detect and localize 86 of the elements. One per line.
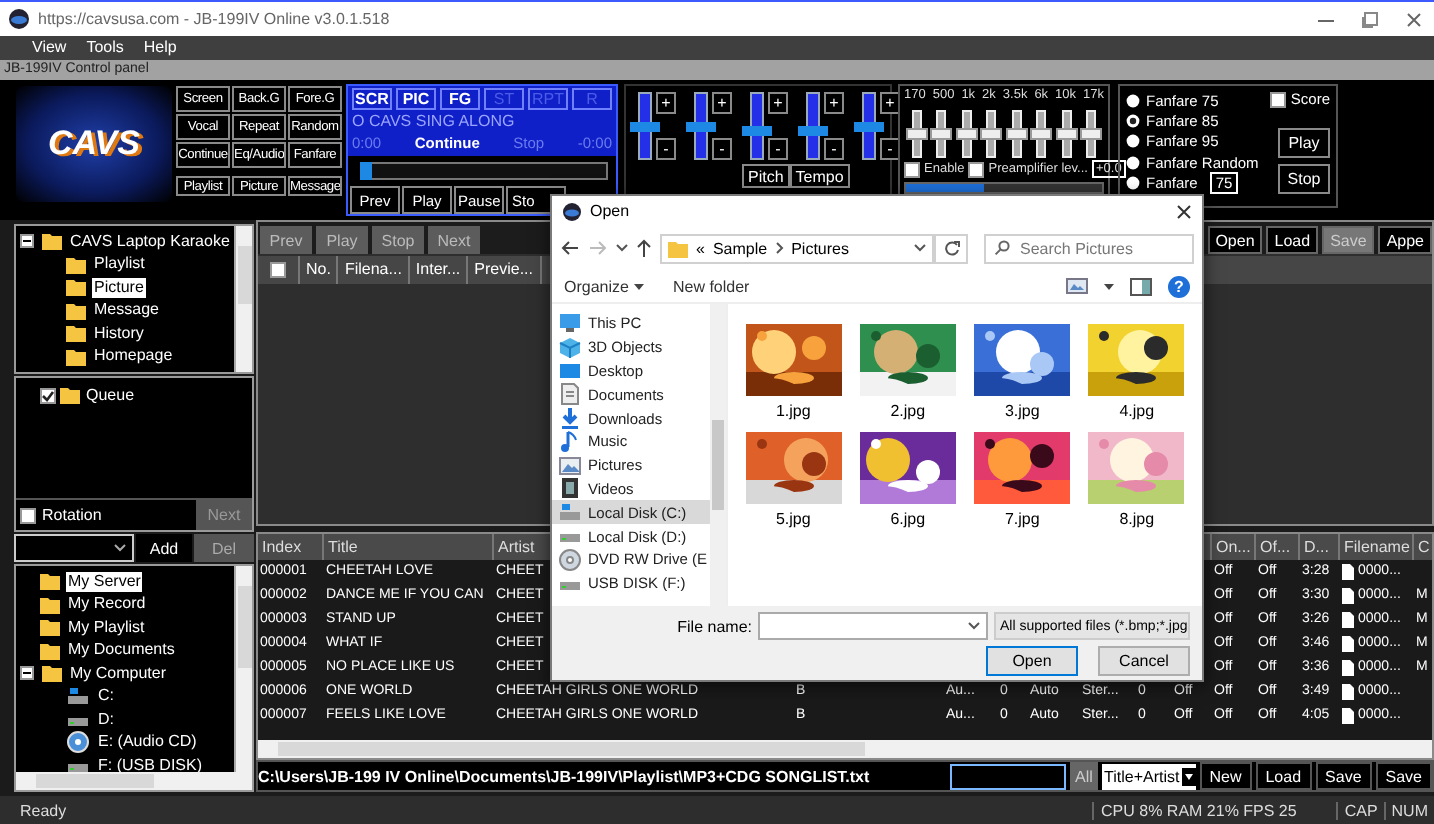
- tree-item[interactable]: My Playlist: [66, 617, 147, 638]
- status-message: Ready: [20, 801, 67, 819]
- list-button[interactable]: Load: [1266, 226, 1319, 254]
- address-bar[interactable]: « Sample Pictures: [660, 233, 934, 263]
- file-name[interactable]: 3.jpg: [1004, 402, 1040, 420]
- new-folder-button[interactable]: New folder: [672, 277, 750, 295]
- column-header[interactable]: Of...: [1256, 534, 1300, 560]
- playlist-button[interactable]: New: [1199, 762, 1252, 790]
- mode-toggle[interactable]: PIC: [396, 88, 436, 110]
- column-header[interactable]: Filename: [1340, 534, 1414, 560]
- plus-button[interactable]: +: [768, 92, 788, 114]
- column-header[interactable]: On...: [1212, 534, 1256, 560]
- tree-item[interactable]: Message: [92, 300, 161, 321]
- breadcrumb-prefix: «: [696, 239, 705, 257]
- menu-item[interactable]: Help: [143, 36, 177, 60]
- plus-button[interactable]: +: [656, 92, 676, 114]
- field-label: File name:: [677, 617, 752, 635]
- picture-button[interactable]: Stop: [372, 226, 424, 254]
- dialog-button[interactable]: Cancel: [1098, 646, 1190, 676]
- list-button[interactable]: Appe: [1378, 226, 1432, 254]
- scope-button[interactable]: All: [1070, 762, 1098, 790]
- column-header[interactable]: Filena...: [338, 256, 410, 284]
- playlist-button[interactable]: Load: [1255, 762, 1312, 790]
- logo-text: CAVS: [48, 124, 140, 164]
- minus-button[interactable]: -: [656, 138, 676, 160]
- mixer-button[interactable]: Tempo: [789, 164, 850, 188]
- help-button[interactable]: ?: [1168, 275, 1190, 297]
- song-title: O CAVS SING ALONG: [352, 110, 517, 134]
- status-stats: CPU 8% RAM 21% FPS 25: [1091, 801, 1337, 819]
- search-field[interactable]: Search Pictures: [984, 233, 1194, 263]
- tree-item[interactable]: E: (Audio CD): [96, 732, 199, 753]
- playlist-button[interactable]: Save: [1315, 762, 1372, 790]
- file-name[interactable]: 8.jpg: [1119, 510, 1155, 528]
- column-header[interactable]: Previe...: [468, 256, 541, 284]
- tree-item[interactable]: My Server: [66, 571, 143, 592]
- tree-item[interactable]: Playlist: [92, 254, 147, 275]
- mode-toggle[interactable]: FG: [440, 88, 480, 110]
- tree-item[interactable]: Homepage: [92, 346, 175, 367]
- window-title: https://cavsusa.com - JB-199IV Online v3.0.1.518: [38, 10, 392, 28]
- server-button[interactable]: Add: [136, 534, 192, 562]
- column-header[interactable]: No.: [300, 256, 339, 284]
- breadcrumb[interactable]: Pictures: [791, 239, 849, 257]
- stop-button[interactable]: Stop: [1278, 164, 1330, 194]
- tree-item[interactable]: CAVS Laptop Karaoke: [68, 231, 232, 252]
- minus-button[interactable]: -: [824, 138, 844, 160]
- mixer-button[interactable]: Pitch: [742, 164, 790, 188]
- tree-item[interactable]: D:: [96, 709, 116, 730]
- column-header[interactable]: Inter...: [409, 256, 469, 284]
- column-header[interactable]: C: [1414, 534, 1432, 560]
- minus-button[interactable]: -: [712, 138, 732, 160]
- minus-button[interactable]: -: [880, 138, 900, 160]
- menu-item[interactable]: View: [32, 36, 67, 60]
- tree-item[interactable]: My Record: [66, 594, 148, 615]
- file-name[interactable]: 4.jpg: [1119, 402, 1155, 420]
- dialog-button[interactable]: Open: [986, 646, 1078, 676]
- file-name[interactable]: 2.jpg: [890, 402, 926, 420]
- play-button[interactable]: Play: [1278, 128, 1330, 158]
- file-name[interactable]: 7.jpg: [1004, 510, 1040, 528]
- organize-menu[interactable]: Organize: [564, 277, 645, 295]
- column-header[interactable]: Title: [324, 534, 494, 560]
- tree-item[interactable]: History: [92, 323, 146, 344]
- dialog-title: Open: [590, 202, 632, 220]
- breadcrumb[interactable]: Sample: [712, 239, 768, 257]
- checkbox-label: Rotation: [42, 506, 102, 524]
- playlist-button[interactable]: Save: [1375, 762, 1432, 790]
- file-name[interactable]: 6.jpg: [890, 510, 926, 528]
- plus-button[interactable]: +: [712, 92, 732, 114]
- list-button[interactable]: Open: [1207, 226, 1263, 254]
- tree-item[interactable]: C:: [96, 686, 116, 707]
- mode-toggle[interactable]: SCR: [352, 88, 392, 110]
- tree-item[interactable]: My Documents: [66, 640, 177, 661]
- file-path: C:\Users\JB-199 IV Online\Documents\JB-199IV\Playlist\MP3+CDG SONGLIST.txt: [258, 767, 872, 785]
- tree-item[interactable]: Picture: [92, 277, 146, 298]
- queue-item[interactable]: Queue: [84, 385, 137, 406]
- tree-item[interactable]: My Computer: [68, 663, 169, 684]
- menu-item[interactable]: Tools: [86, 36, 124, 60]
- status-indicator: CAP: [1336, 801, 1384, 819]
- minus-button[interactable]: -: [768, 138, 788, 160]
- file-name[interactable]: 1.jpg: [775, 402, 811, 420]
- column-header[interactable]: Index: [258, 534, 324, 560]
- plus-button[interactable]: +: [824, 92, 844, 114]
- status-indicator: NUM: [1383, 801, 1434, 819]
- column-header[interactable]: D...: [1300, 534, 1340, 560]
- plus-button[interactable]: +: [880, 92, 900, 114]
- sort-dropdown[interactable]: Title+Artist: [1102, 763, 1196, 789]
- file-name[interactable]: 5.jpg: [775, 510, 811, 528]
